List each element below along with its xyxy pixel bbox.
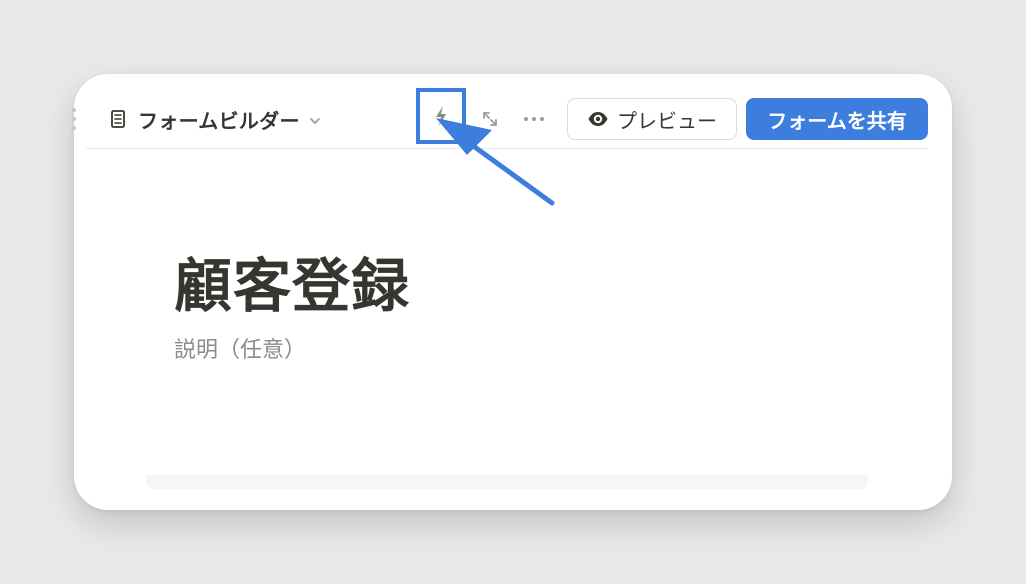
share-form-button-label: フォームを共有	[767, 108, 907, 133]
page-title-group[interactable]: フォームビルダー	[108, 106, 322, 133]
callout-arrow-icon	[436, 118, 555, 206]
eye-icon	[588, 112, 608, 126]
drag-handle[interactable]	[72, 108, 78, 130]
drag-dot	[72, 126, 76, 130]
preview-button[interactable]: プレビュー	[567, 98, 737, 140]
screenshot-canvas: フォームビルダー プレビュー フォームを共有 顧客登録 説明（任意）	[0, 0, 1026, 584]
form-content: 顧客登録 説明（任意）	[174, 254, 854, 366]
share-form-button[interactable]: フォームを共有	[746, 98, 928, 140]
form-content-bottom-strip	[146, 475, 868, 489]
page-title: フォームビルダー	[138, 108, 300, 133]
form-title[interactable]: 顧客登録	[174, 254, 854, 318]
document-icon	[111, 110, 125, 128]
drag-dot	[72, 117, 76, 121]
form-description-placeholder[interactable]: 説明（任意）	[174, 336, 854, 366]
chevron-down-icon[interactable]	[308, 114, 322, 128]
preview-button-label: プレビュー	[617, 108, 717, 133]
drag-dot	[72, 108, 76, 112]
